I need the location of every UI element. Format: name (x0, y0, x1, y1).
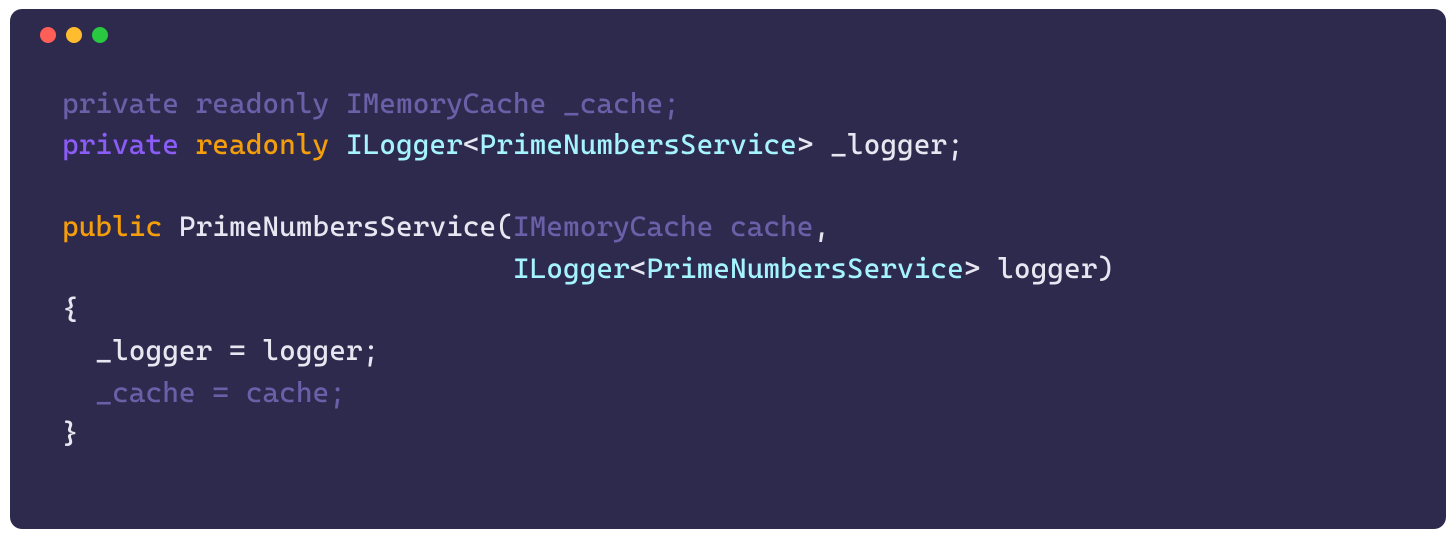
code-token: _logger (95, 334, 212, 367)
code-token: ) (1097, 252, 1114, 285)
code-token: logger (262, 334, 362, 367)
code-token: > (964, 252, 981, 285)
code-token: } (62, 417, 79, 450)
code-token: { (62, 293, 79, 326)
code-token: PrimeNumbersService (647, 252, 964, 285)
code-token: < (463, 128, 480, 161)
code-token: = (196, 376, 246, 409)
code-token: ; (947, 128, 964, 161)
maximize-icon[interactable] (92, 27, 108, 43)
code-token: IMemoryCache (346, 87, 546, 120)
code-token: , (814, 210, 831, 243)
code-token: < (630, 252, 647, 285)
code-token: cache (730, 210, 814, 243)
code-token: ( (496, 210, 513, 243)
code-token: _cache (95, 376, 195, 409)
code-token: logger (997, 252, 1097, 285)
code-token: public (62, 210, 162, 243)
code-indent (62, 376, 95, 409)
code-token: readonly (196, 128, 330, 161)
code-token: = (212, 334, 262, 367)
window-titlebar (34, 27, 1422, 43)
code-token: ; (663, 87, 680, 120)
code-token: _logger (830, 128, 947, 161)
code-token: ILogger (513, 252, 630, 285)
code-token: ; (363, 334, 380, 367)
code-token: readonly (196, 87, 330, 120)
code-token: PrimeNumbersService (179, 210, 496, 243)
code-window: private readonly IMemoryCache _cache; pr… (10, 9, 1446, 529)
code-token: > (797, 128, 814, 161)
code-token: PrimeNumbersService (480, 128, 797, 161)
code-token: _cache (563, 87, 663, 120)
code-token: private (62, 128, 179, 161)
code-indent (62, 252, 513, 285)
code-indent (62, 334, 95, 367)
code-token: IMemoryCache (513, 210, 713, 243)
close-icon[interactable] (40, 27, 56, 43)
code-token: cache (246, 376, 330, 409)
code-token: private (62, 87, 179, 120)
minimize-icon[interactable] (66, 27, 82, 43)
code-token: ILogger (346, 128, 463, 161)
code-token: ; (329, 376, 346, 409)
code-block: private readonly IMemoryCache _cache; pr… (34, 83, 1422, 455)
